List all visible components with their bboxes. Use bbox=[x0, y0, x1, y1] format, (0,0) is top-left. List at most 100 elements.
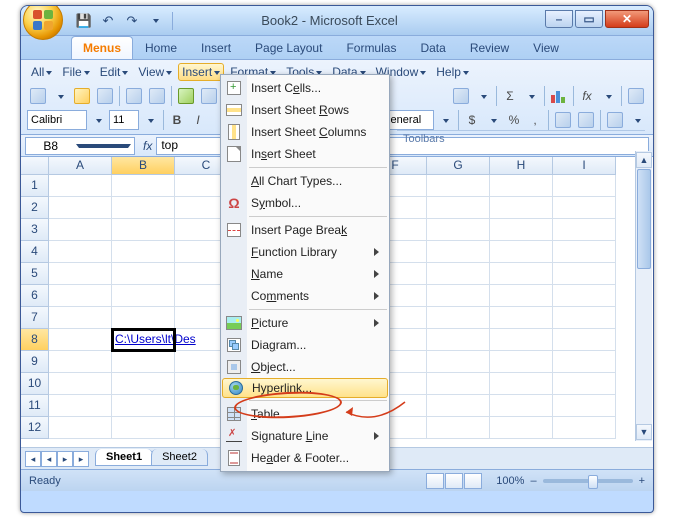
tab-data[interactable]: Data bbox=[408, 36, 457, 59]
menu-name[interactable]: Name bbox=[221, 263, 389, 285]
cell[interactable] bbox=[490, 197, 553, 219]
cell[interactable] bbox=[553, 351, 616, 373]
sheet-nav-next-icon[interactable]: ▸ bbox=[57, 451, 73, 467]
office-button[interactable] bbox=[23, 5, 63, 40]
vertical-scrollbar[interactable]: ▲ ▼ bbox=[635, 151, 652, 441]
cell[interactable] bbox=[553, 263, 616, 285]
menu-header-footer[interactable]: Header & Footer... bbox=[221, 447, 389, 469]
row-header[interactable]: 3 bbox=[21, 219, 49, 241]
cell[interactable] bbox=[490, 395, 553, 417]
autosum-icon[interactable]: Σ bbox=[500, 85, 520, 107]
cell[interactable] bbox=[49, 197, 112, 219]
menu-symbol[interactable]: ΩSymbol... bbox=[221, 192, 389, 214]
row-header[interactable]: 5 bbox=[21, 263, 49, 285]
menu-signature-line[interactable]: Signature Line bbox=[221, 425, 389, 447]
cell[interactable] bbox=[49, 417, 112, 439]
menu-insert-cells[interactable]: Insert Cells... bbox=[221, 77, 389, 99]
sheet-nav-last-icon[interactable]: ▸ bbox=[73, 451, 89, 467]
cell[interactable] bbox=[49, 329, 112, 351]
select-all-corner[interactable] bbox=[21, 157, 49, 175]
cell[interactable] bbox=[112, 351, 175, 373]
cell[interactable] bbox=[112, 307, 175, 329]
row-header[interactable]: 12 bbox=[21, 417, 49, 439]
cell[interactable] bbox=[112, 219, 175, 241]
font-name-input[interactable] bbox=[27, 110, 87, 130]
cell[interactable] bbox=[427, 307, 490, 329]
fx-button[interactable]: fx bbox=[139, 139, 156, 153]
currency-button[interactable]: $ bbox=[462, 109, 482, 131]
cell[interactable] bbox=[49, 285, 112, 307]
tab-view[interactable]: View bbox=[521, 36, 571, 59]
menu-all[interactable]: All bbox=[27, 63, 56, 81]
cell[interactable] bbox=[427, 417, 490, 439]
cell[interactable] bbox=[112, 373, 175, 395]
zoom-level[interactable]: 100% bbox=[496, 475, 524, 487]
zoom-in-button[interactable]: + bbox=[639, 475, 645, 487]
menu-diagram[interactable]: Diagram... bbox=[221, 334, 389, 356]
cell[interactable] bbox=[112, 241, 175, 263]
cell[interactable] bbox=[112, 417, 175, 439]
menu-insert-sheet[interactable]: Insert Sheet bbox=[221, 143, 389, 165]
cell[interactable] bbox=[112, 263, 175, 285]
cell[interactable] bbox=[427, 329, 490, 351]
menu-insert-rows[interactable]: Insert Sheet Rows bbox=[221, 99, 389, 121]
row-header[interactable]: 10 bbox=[21, 373, 49, 395]
cell[interactable] bbox=[553, 285, 616, 307]
cell[interactable] bbox=[553, 241, 616, 263]
page-break-view-icon[interactable] bbox=[464, 473, 482, 489]
col-header-a[interactable]: A bbox=[49, 157, 112, 175]
cell[interactable] bbox=[49, 351, 112, 373]
maximize-button[interactable]: ▭ bbox=[575, 10, 603, 28]
sort-dropdown-icon[interactable] bbox=[473, 85, 493, 107]
save-icon[interactable]: 💾 bbox=[73, 10, 95, 32]
cell[interactable] bbox=[553, 417, 616, 439]
row-header[interactable]: 4 bbox=[21, 241, 49, 263]
autosum-dropdown-icon[interactable] bbox=[521, 85, 541, 107]
cell[interactable] bbox=[49, 219, 112, 241]
cell[interactable] bbox=[490, 307, 553, 329]
menu-comments[interactable]: Comments bbox=[221, 285, 389, 307]
new-dropdown-icon[interactable] bbox=[50, 85, 70, 107]
scroll-thumb[interactable] bbox=[637, 169, 651, 269]
menu-insert-columns[interactable]: Insert Sheet Columns bbox=[221, 121, 389, 143]
col-header-i[interactable]: I bbox=[553, 157, 616, 175]
cell[interactable] bbox=[112, 285, 175, 307]
row-header[interactable]: 8 bbox=[21, 329, 49, 351]
increase-decimal-icon[interactable] bbox=[575, 109, 597, 131]
preview-icon[interactable] bbox=[146, 85, 168, 107]
cell[interactable] bbox=[553, 219, 616, 241]
row-header[interactable]: 7 bbox=[21, 307, 49, 329]
row-header[interactable]: 9 bbox=[21, 351, 49, 373]
numfmt-dropdown-icon[interactable] bbox=[435, 109, 455, 131]
fx-dropdown-icon[interactable] bbox=[598, 85, 618, 107]
cell[interactable] bbox=[490, 219, 553, 241]
cell[interactable] bbox=[427, 263, 490, 285]
cell[interactable] bbox=[49, 373, 112, 395]
cell[interactable] bbox=[49, 395, 112, 417]
menu-edit[interactable]: Edit bbox=[96, 63, 133, 81]
cell[interactable] bbox=[49, 175, 112, 197]
font-size-input[interactable] bbox=[109, 110, 139, 130]
cell[interactable] bbox=[490, 373, 553, 395]
italic-button[interactable]: I bbox=[188, 109, 208, 131]
menu-insert[interactable]: Insert bbox=[178, 63, 224, 81]
scroll-down-icon[interactable]: ▼ bbox=[636, 424, 652, 440]
cell[interactable] bbox=[49, 263, 112, 285]
tab-page-layout[interactable]: Page Layout bbox=[243, 36, 334, 59]
cell[interactable] bbox=[427, 219, 490, 241]
tab-formulas[interactable]: Formulas bbox=[334, 36, 408, 59]
cell[interactable] bbox=[427, 351, 490, 373]
menu-view[interactable]: View bbox=[134, 63, 176, 81]
cell[interactable] bbox=[427, 175, 490, 197]
cell[interactable] bbox=[112, 197, 175, 219]
scroll-up-icon[interactable]: ▲ bbox=[636, 152, 652, 168]
menu-help[interactable]: Help bbox=[432, 63, 473, 81]
save-icon[interactable] bbox=[94, 85, 116, 107]
percent-button[interactable]: % bbox=[504, 109, 524, 131]
col-header-g[interactable]: G bbox=[427, 157, 490, 175]
close-button[interactable]: ✕ bbox=[605, 10, 649, 28]
sheet-tab-1[interactable]: Sheet1 bbox=[95, 449, 153, 466]
menu-picture[interactable]: Picture bbox=[221, 312, 389, 334]
cell[interactable] bbox=[49, 241, 112, 263]
chart-icon[interactable] bbox=[548, 85, 570, 107]
